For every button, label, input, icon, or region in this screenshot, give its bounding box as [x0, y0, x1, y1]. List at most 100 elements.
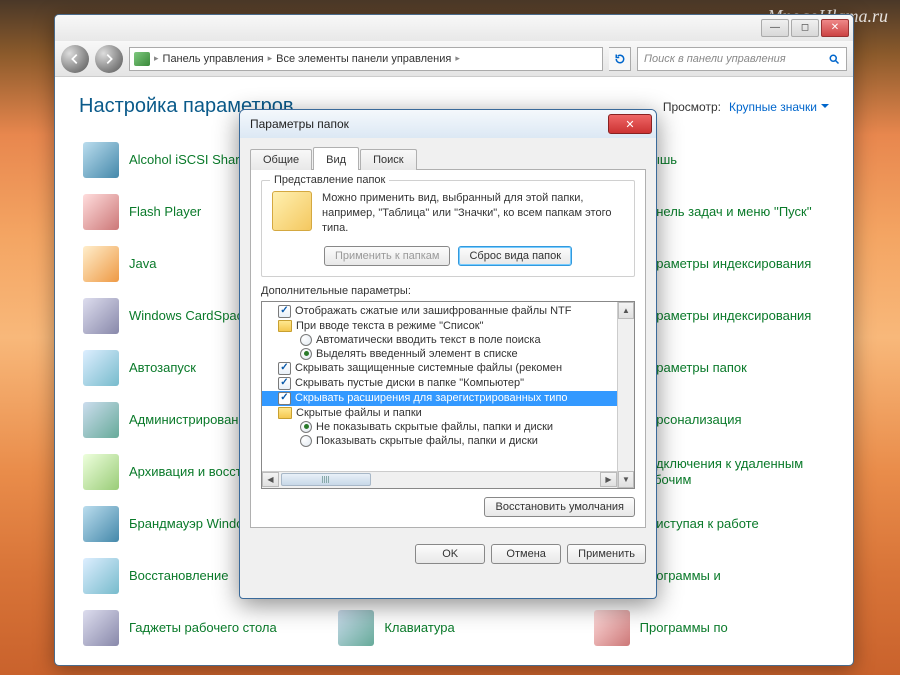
cancel-button[interactable]: Отмена	[491, 544, 561, 564]
item-icon	[83, 558, 119, 594]
horizontal-scrollbar[interactable]: ◀ ▶	[262, 471, 617, 488]
item-icon	[594, 610, 630, 646]
scrollbar-thumb[interactable]	[281, 473, 371, 486]
tab-panel-view: Представление папок Можно применить вид,…	[250, 169, 646, 528]
tree-row[interactable]: Выделять введенный элемент в списке	[262, 347, 634, 361]
radio-button[interactable]	[300, 435, 312, 447]
tree-row-label: Автоматически вводить текст в поле поиск…	[316, 334, 541, 346]
tree-row-label: Показывать скрытые файлы, папки и диски	[316, 435, 538, 447]
item-label: Java	[129, 256, 156, 272]
search-input[interactable]: Поиск в панели управления	[637, 47, 847, 71]
tab-general[interactable]: Общие	[250, 149, 312, 170]
folder-icon	[278, 320, 292, 332]
scroll-left-button[interactable]: ◀	[262, 472, 279, 487]
view-mode-dropdown[interactable]: Просмотр:Крупные значки	[663, 100, 829, 114]
item-label: Автозапуск	[129, 360, 196, 376]
maximize-button[interactable]: ◻	[791, 19, 819, 37]
tab-search[interactable]: Поиск	[360, 149, 416, 170]
control-panel-icon	[134, 52, 150, 66]
dialog-close-button[interactable]: ✕	[608, 114, 652, 134]
minimize-button[interactable]: —	[761, 19, 789, 37]
tree-row[interactable]: Скрывать расширения для зарегистрированн…	[262, 391, 634, 406]
checkbox[interactable]	[278, 305, 291, 318]
address-bar[interactable]: ▸ Панель управления ▸ Все элементы панел…	[129, 47, 603, 71]
checkbox[interactable]	[278, 377, 291, 390]
dialog-footer: OK Отмена Применить	[240, 536, 656, 572]
tree-row[interactable]: Скрывать пустые диски в папке "Компьютер…	[262, 376, 634, 391]
breadcrumb-item[interactable]: Панель управления	[163, 53, 264, 65]
item-icon	[83, 350, 119, 386]
navigation-bar: ▸ Панель управления ▸ Все элементы панел…	[55, 41, 853, 77]
item-label: Гаджеты рабочего стола	[129, 620, 277, 636]
forward-button[interactable]	[95, 45, 123, 73]
item-label: Администрирование	[129, 412, 253, 428]
window-titlebar: — ◻ ✕	[55, 15, 853, 41]
tree-row-label: Скрытые файлы и папки	[296, 407, 422, 419]
item-label: Восстановление	[129, 568, 228, 584]
item-icon	[83, 454, 119, 490]
radio-button[interactable]	[300, 334, 312, 346]
item-label: Приступая к работе	[640, 516, 759, 532]
item-icon	[83, 194, 119, 230]
folder-options-dialog: Параметры папок ✕ Общие Вид Поиск Предст…	[239, 109, 657, 599]
tree-row-label: При вводе текста в режиме "Список"	[296, 320, 483, 332]
advanced-settings-label: Дополнительные параметры:	[261, 285, 635, 297]
folder-view-description: Можно применить вид, выбранный для этой …	[322, 191, 624, 236]
tree-row[interactable]: Скрытые файлы и папки	[262, 406, 634, 420]
tab-view[interactable]: Вид	[313, 147, 359, 170]
dialog-titlebar: Параметры папок ✕	[240, 110, 656, 138]
tree-row-label: Скрывать расширения для зарегистрированн…	[295, 392, 568, 404]
refresh-button[interactable]	[609, 47, 631, 71]
search-placeholder: Поиск в панели управления	[644, 53, 786, 65]
item-icon	[83, 298, 119, 334]
tree-row[interactable]: Отображать сжатые или зашифрованные файл…	[262, 304, 634, 319]
item-icon	[83, 142, 119, 178]
vertical-scrollbar[interactable]: ▲ ▼	[617, 302, 634, 488]
item-label: Клавиатура	[384, 620, 454, 636]
tree-row[interactable]: Автоматически вводить текст в поле поиск…	[262, 333, 634, 347]
chevron-right-icon: ▸	[154, 53, 159, 64]
folder-view-groupbox: Представление папок Можно применить вид,…	[261, 180, 635, 277]
item-label: Панель задач и меню ''Пуск''	[640, 204, 812, 220]
control-panel-item[interactable]: Клавиатура	[334, 606, 573, 650]
apply-button[interactable]: Применить	[567, 544, 646, 564]
restore-defaults-button[interactable]: Восстановить умолчания	[484, 497, 635, 517]
item-icon	[83, 402, 119, 438]
scroll-down-button[interactable]: ▼	[618, 471, 634, 488]
advanced-settings-tree[interactable]: Отображать сжатые или зашифрованные файл…	[261, 301, 635, 489]
tree-row-label: Скрывать защищенные системные файлы (рек…	[295, 362, 562, 374]
control-panel-item[interactable]: Программы по	[590, 606, 829, 650]
tab-strip: Общие Вид Поиск	[250, 147, 646, 170]
reset-folders-button[interactable]: Сброс вида папок	[458, 246, 572, 266]
tree-row-label: Скрывать пустые диски в папке "Компьютер…	[295, 377, 524, 389]
item-label: Windows CardSpace	[129, 308, 250, 324]
apply-to-folders-button[interactable]: Применить к папкам	[324, 246, 451, 266]
item-icon	[338, 610, 374, 646]
chevron-right-icon: ▸	[455, 53, 460, 64]
chevron-right-icon: ▸	[268, 53, 273, 64]
scroll-right-button[interactable]: ▶	[600, 472, 617, 487]
back-button[interactable]	[61, 45, 89, 73]
checkbox[interactable]	[278, 362, 291, 375]
tree-row-label: Отображать сжатые или зашифрованные файл…	[295, 305, 571, 317]
breadcrumb-item[interactable]: Все элементы панели управления	[276, 53, 451, 65]
dialog-title: Параметры папок	[250, 117, 349, 131]
item-label: Flash Player	[129, 204, 201, 220]
tree-row[interactable]: Скрывать защищенные системные файлы (рек…	[262, 361, 634, 376]
tree-row[interactable]: Показывать скрытые файлы, папки и диски	[262, 434, 634, 448]
item-icon	[83, 506, 119, 542]
item-label: Параметры индексирования	[640, 308, 812, 324]
radio-button[interactable]	[300, 421, 312, 433]
control-panel-item[interactable]: Гаджеты рабочего стола	[79, 606, 318, 650]
close-button[interactable]: ✕	[821, 19, 849, 37]
item-label: Подключения к удаленным рабочим	[640, 456, 825, 489]
scroll-up-button[interactable]: ▲	[618, 302, 634, 319]
item-icon	[83, 610, 119, 646]
tree-row[interactable]: При вводе текста в режиме "Список"	[262, 319, 634, 333]
item-icon	[83, 246, 119, 282]
ok-button[interactable]: OK	[415, 544, 485, 564]
checkbox[interactable]	[278, 392, 291, 405]
radio-button[interactable]	[300, 348, 312, 360]
tree-row[interactable]: Не показывать скрытые файлы, папки и дис…	[262, 420, 634, 434]
search-icon	[828, 53, 840, 65]
